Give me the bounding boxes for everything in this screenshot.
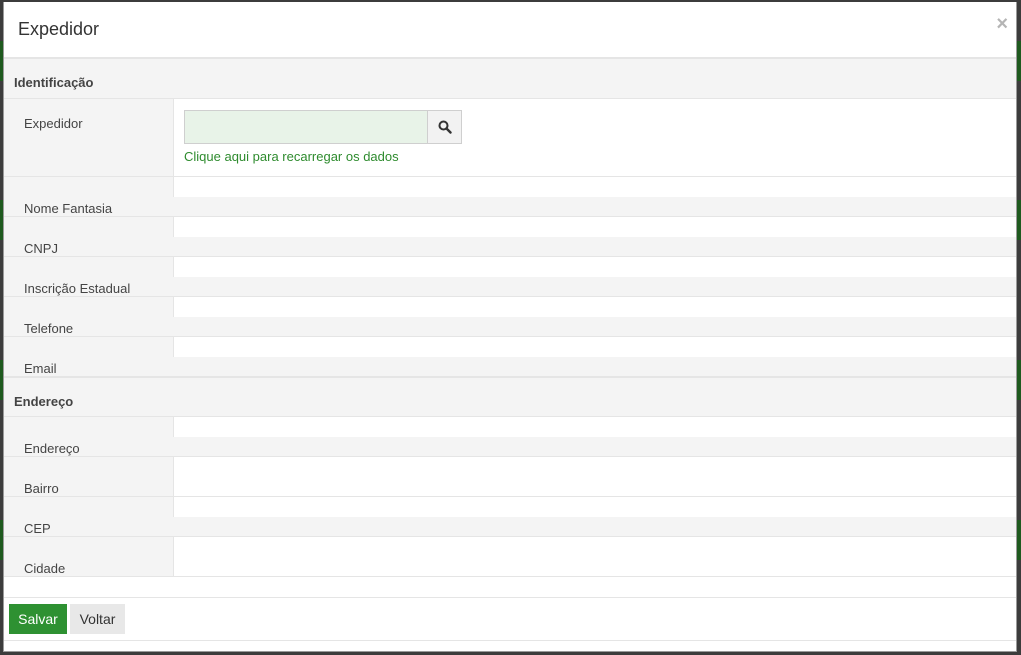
section-identificacao-header: Identificação [4,58,1016,99]
field-row-email: Email [4,337,1016,377]
field-row-telefone: Telefone [4,297,1016,337]
field-value [173,217,1016,237]
field-value [173,337,1016,357]
field-value [173,297,1016,317]
dialog-header: Expedidor × [4,2,1016,58]
section-endereco-header: Endereço [4,377,1016,417]
dialog-body: Identificação Expedidor Clique aqui para… [4,58,1016,577]
field-label: Endereço [24,441,80,456]
close-icon[interactable]: × [996,14,1008,34]
search-button[interactable] [427,110,462,144]
field-label: Inscrição Estadual [24,281,131,296]
expedidor-lookup [184,110,462,144]
field-value [173,177,1016,197]
search-icon [438,120,452,134]
field-label: Email [24,361,57,376]
field-value [173,497,1016,517]
field-value [173,417,1016,437]
expedidor-dialog: Expedidor × Identificação Expedidor Cliq… [3,2,1017,652]
dialog-title: Expedidor [18,19,100,39]
expedidor-input[interactable] [184,110,428,144]
field-row-endereco: Endereço [4,417,1016,457]
field-row-bairro: Bairro [4,457,1016,497]
field-label: Nome Fantasia [24,201,113,216]
field-row-cep: CEP [4,497,1016,537]
field-label: Bairro [24,481,59,496]
save-button[interactable]: Salvar [9,604,67,634]
field-label: CEP [24,521,51,536]
field-row-expedidor: Expedidor Clique aqui para recarregar os… [4,99,1016,177]
field-row-cidade: Cidade [4,537,1016,577]
reload-data-link[interactable]: Clique aqui para recarregar os dados [184,149,399,164]
field-value [173,457,1016,496]
field-label: Cidade [24,561,66,576]
field-value [173,257,1016,277]
expedidor-label: Expedidor [24,116,83,131]
field-value [173,537,1016,576]
expedidor-value-cell: Clique aqui para recarregar os dados [173,99,1016,176]
field-row-nome-fantasia: Nome Fantasia [4,177,1016,217]
dialog-footer: Salvar Voltar [4,597,1016,641]
field-label: Telefone [24,321,74,336]
field-label: CNPJ [24,241,58,256]
field-row-cnpj: CNPJ [4,217,1016,257]
back-button[interactable]: Voltar [70,604,125,634]
field-row-inscricao-estadual: Inscrição Estadual [4,257,1016,297]
